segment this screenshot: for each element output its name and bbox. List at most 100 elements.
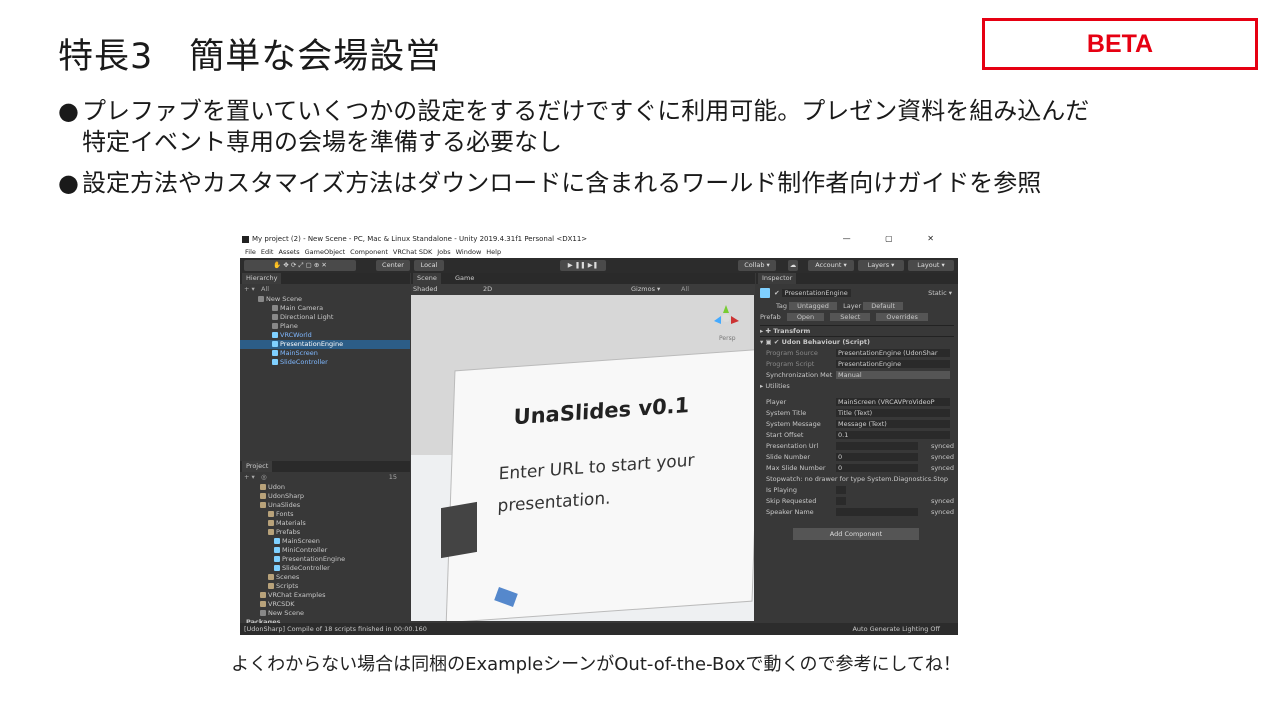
screen-message: Enter URL to start your presentation. (497, 450, 695, 517)
project-item[interactable]: PresentationEngine (240, 555, 410, 564)
field-value[interactable]: 0.1 (836, 431, 950, 439)
gizmos-dropdown[interactable]: Gizmos ▾ (631, 284, 660, 295)
pivot-button[interactable]: Center (376, 260, 410, 271)
menu-assets[interactable]: Assets (278, 248, 299, 256)
project-item[interactable]: Scripts (240, 582, 410, 591)
prefab-label: Prefab (760, 313, 781, 321)
item-label: MainScreen (280, 349, 318, 357)
project-item[interactable]: Fonts (240, 510, 410, 519)
project-item[interactable]: MainScreen (240, 537, 410, 546)
layout-button[interactable]: Layout ▾ (908, 260, 954, 271)
2d-toggle[interactable]: 2D (483, 284, 492, 295)
prefab-icon (272, 359, 278, 365)
project-item[interactable]: New Scene (240, 609, 410, 618)
menu-gameobject[interactable]: GameObject (305, 248, 346, 256)
udon-component[interactable]: ▾ ▣ ✔ Udon Behaviour (Script) (760, 336, 954, 347)
project-item[interactable]: Materials (240, 519, 410, 528)
field-value[interactable]: PresentationEngine (836, 360, 950, 368)
layer-dropdown[interactable]: Default (863, 302, 904, 310)
hierarchy-item[interactable]: New Scene (240, 295, 410, 304)
prefab-icon (274, 538, 280, 544)
account-button[interactable]: Account ▾ (808, 260, 854, 271)
field-label: Program Source (766, 349, 818, 357)
inspector-field: Player MainScreen (VRCAVProVideoP (766, 397, 954, 407)
inspector-field: System Message Message (Text) (766, 419, 954, 429)
tab-hierarchy[interactable]: Hierarchy (242, 273, 282, 284)
field-value[interactable]: Title (Text) (836, 409, 950, 417)
object-name-field[interactable]: PresentationEngine (781, 289, 851, 297)
is-playing-checkbox[interactable] (836, 486, 846, 494)
field-value[interactable] (836, 508, 918, 516)
hierarchy-search[interactable]: + ▾ All (244, 285, 410, 294)
field-value[interactable]: 0 (836, 464, 918, 472)
inspector-foldout[interactable]: ▸ Utilities (760, 381, 954, 391)
hierarchy-item[interactable]: MainScreen (240, 349, 410, 358)
presentation-screen: UnaSlides v0.1 Enter URL to start your p… (446, 349, 754, 621)
hierarchy-item[interactable]: VRCWorld (240, 331, 410, 340)
project-item[interactable]: UdonSharp (240, 492, 410, 501)
menu-jobs[interactable]: Jobs (437, 248, 450, 256)
hierarchy-item[interactable]: SlideController (240, 358, 410, 367)
skip-requested-checkbox[interactable] (836, 497, 846, 505)
project-item[interactable]: Udon (240, 483, 410, 492)
shading-dropdown[interactable]: Shaded (413, 284, 437, 295)
hierarchy-item[interactable]: Main Camera (240, 304, 410, 313)
prefab-icon (272, 341, 278, 347)
inspector-field: Slide Number 0 synced (766, 452, 954, 462)
tab-project[interactable]: Project (242, 461, 273, 472)
prefab-overrides-button[interactable]: Overrides (876, 313, 928, 321)
project-item[interactable]: SlideController (240, 564, 410, 573)
inspector-field: Skip Requested synced (766, 496, 954, 506)
tab-scene[interactable]: Scene (413, 273, 441, 284)
inspector-field: Presentation Url synced (766, 441, 954, 451)
field-value[interactable]: Message (Text) (836, 420, 950, 428)
static-toggle[interactable]: Static ▾ (928, 288, 952, 298)
menu-help[interactable]: Help (486, 248, 501, 256)
slide-title: 特長3 簡単な会場設営 (58, 37, 442, 77)
hierarchy-item[interactable]: Plane (240, 322, 410, 331)
scene-gizmo-icon[interactable] (711, 303, 741, 333)
field-value[interactable]: PresentationEngine (UdonShar (836, 349, 950, 357)
project-tabbar: Project (240, 461, 410, 472)
project-item[interactable]: Prefabs (240, 528, 410, 537)
layers-button[interactable]: Layers ▾ (858, 260, 904, 271)
play-controls[interactable]: ▶ ❚❚ ▶❚ (560, 260, 606, 271)
window-controls[interactable]: — ▢ ✕ (843, 234, 950, 243)
field-value[interactable]: MainScreen (VRCAVProVideoP (836, 398, 950, 406)
project-item[interactable]: Scenes (240, 573, 410, 582)
hierarchy-item[interactable]: Directional Light (240, 313, 410, 322)
hierarchy-item-selected[interactable]: PresentationEngine (240, 340, 410, 349)
collab-button[interactable]: Collab ▾ (738, 260, 776, 271)
tab-game[interactable]: Game (451, 273, 479, 284)
prefab-icon (274, 556, 280, 562)
scene-search[interactable]: All (681, 284, 689, 295)
scene-view[interactable]: UnaSlides v0.1 Enter URL to start your p… (411, 295, 754, 621)
field-value[interactable]: Manual (836, 371, 950, 379)
unity-logo-icon (242, 236, 249, 243)
menu-component[interactable]: Component (350, 248, 388, 256)
prefab-open-button[interactable]: Open (786, 313, 825, 321)
cloud-icon[interactable]: ☁ (788, 260, 798, 271)
item-label: New Scene (268, 609, 305, 617)
transform-component[interactable]: ▸ ✚ Transform (760, 325, 954, 336)
field-value[interactable]: 0 (836, 453, 918, 461)
project-item[interactable]: MiniController (240, 546, 410, 555)
project-search[interactable]: + ▾ ◎ 15 (244, 473, 410, 482)
menu-window[interactable]: Window (456, 248, 482, 256)
menu-vrchat-sdk[interactable]: VRChat SDK (393, 248, 432, 256)
folder-icon (260, 493, 266, 499)
field-value[interactable] (836, 442, 918, 450)
project-item[interactable]: VRChat Examples (240, 591, 410, 600)
tab-inspector[interactable]: Inspector (758, 273, 797, 284)
transform-tools[interactable]: ✋ ✥ ⟳ ⤢ ▢ ⊕ ✕ (244, 260, 356, 271)
prefab-select-button[interactable]: Select (830, 313, 871, 321)
add-component-button[interactable]: Add Component (793, 528, 919, 540)
menu-edit[interactable]: Edit (261, 248, 274, 256)
menu-file[interactable]: File (245, 248, 256, 256)
project-item[interactable]: UnaSlides (240, 501, 410, 510)
space-button[interactable]: Local (414, 260, 444, 271)
project-item[interactable]: VRCSDK (240, 600, 410, 609)
item-label: SlideController (280, 358, 328, 366)
prefab-icon (274, 547, 280, 553)
tag-dropdown[interactable]: Untagged (789, 302, 837, 310)
